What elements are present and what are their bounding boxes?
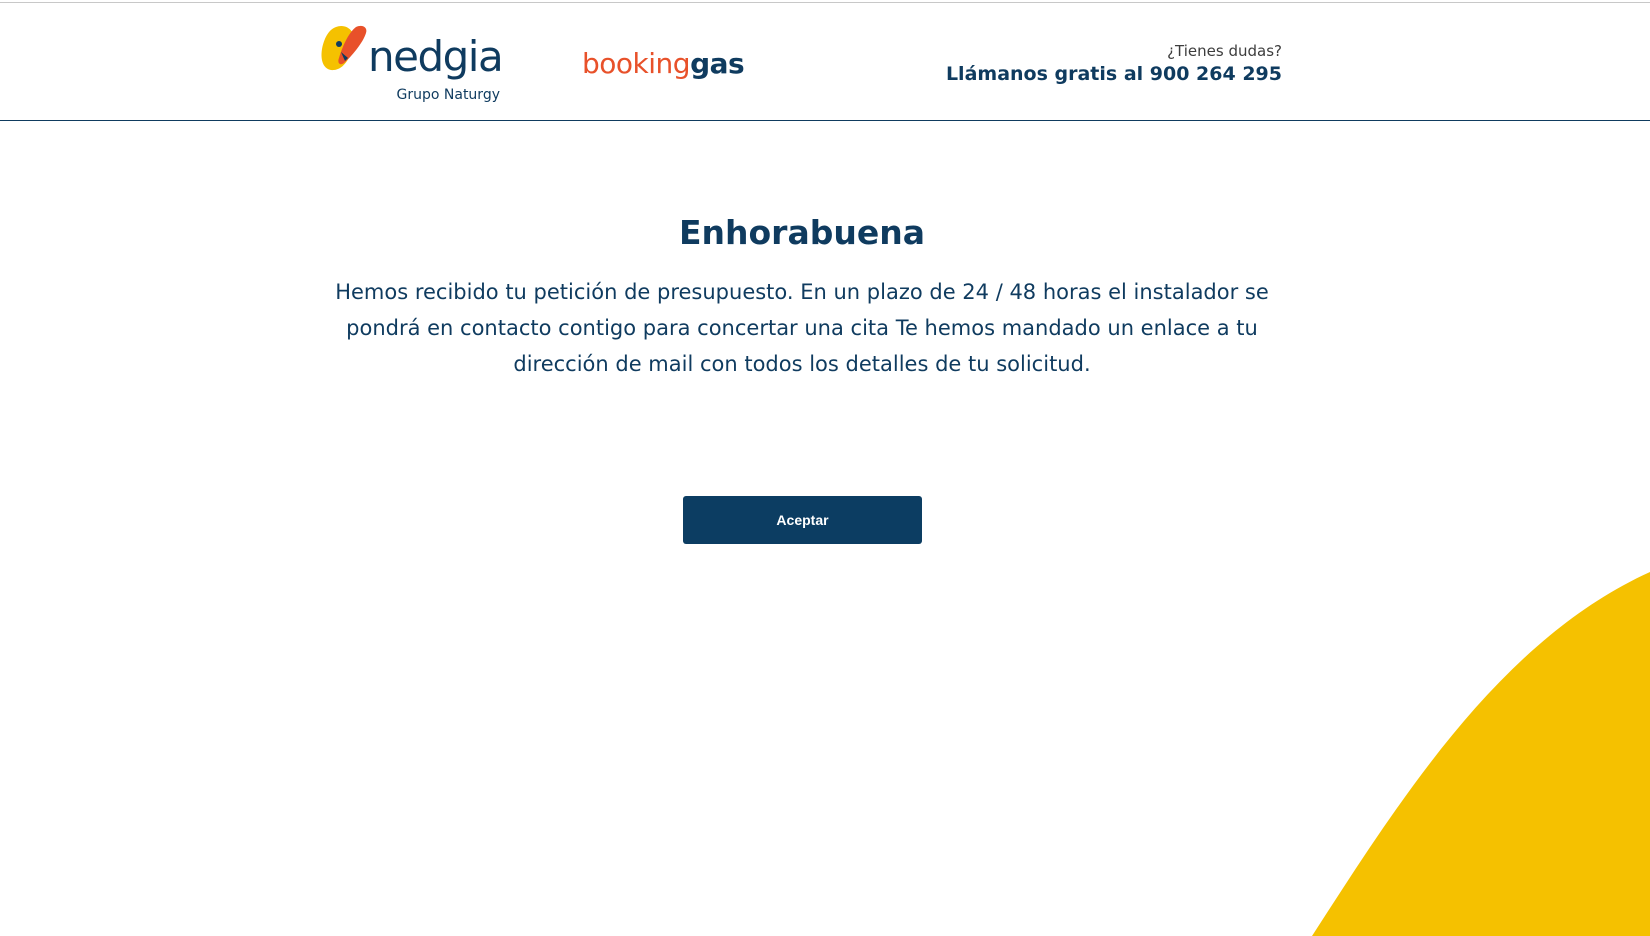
page: nedgia Grupo Naturgy bookinggas ¿Tienes … bbox=[0, 0, 1650, 936]
decorative-yellow-shape bbox=[1312, 572, 1650, 936]
